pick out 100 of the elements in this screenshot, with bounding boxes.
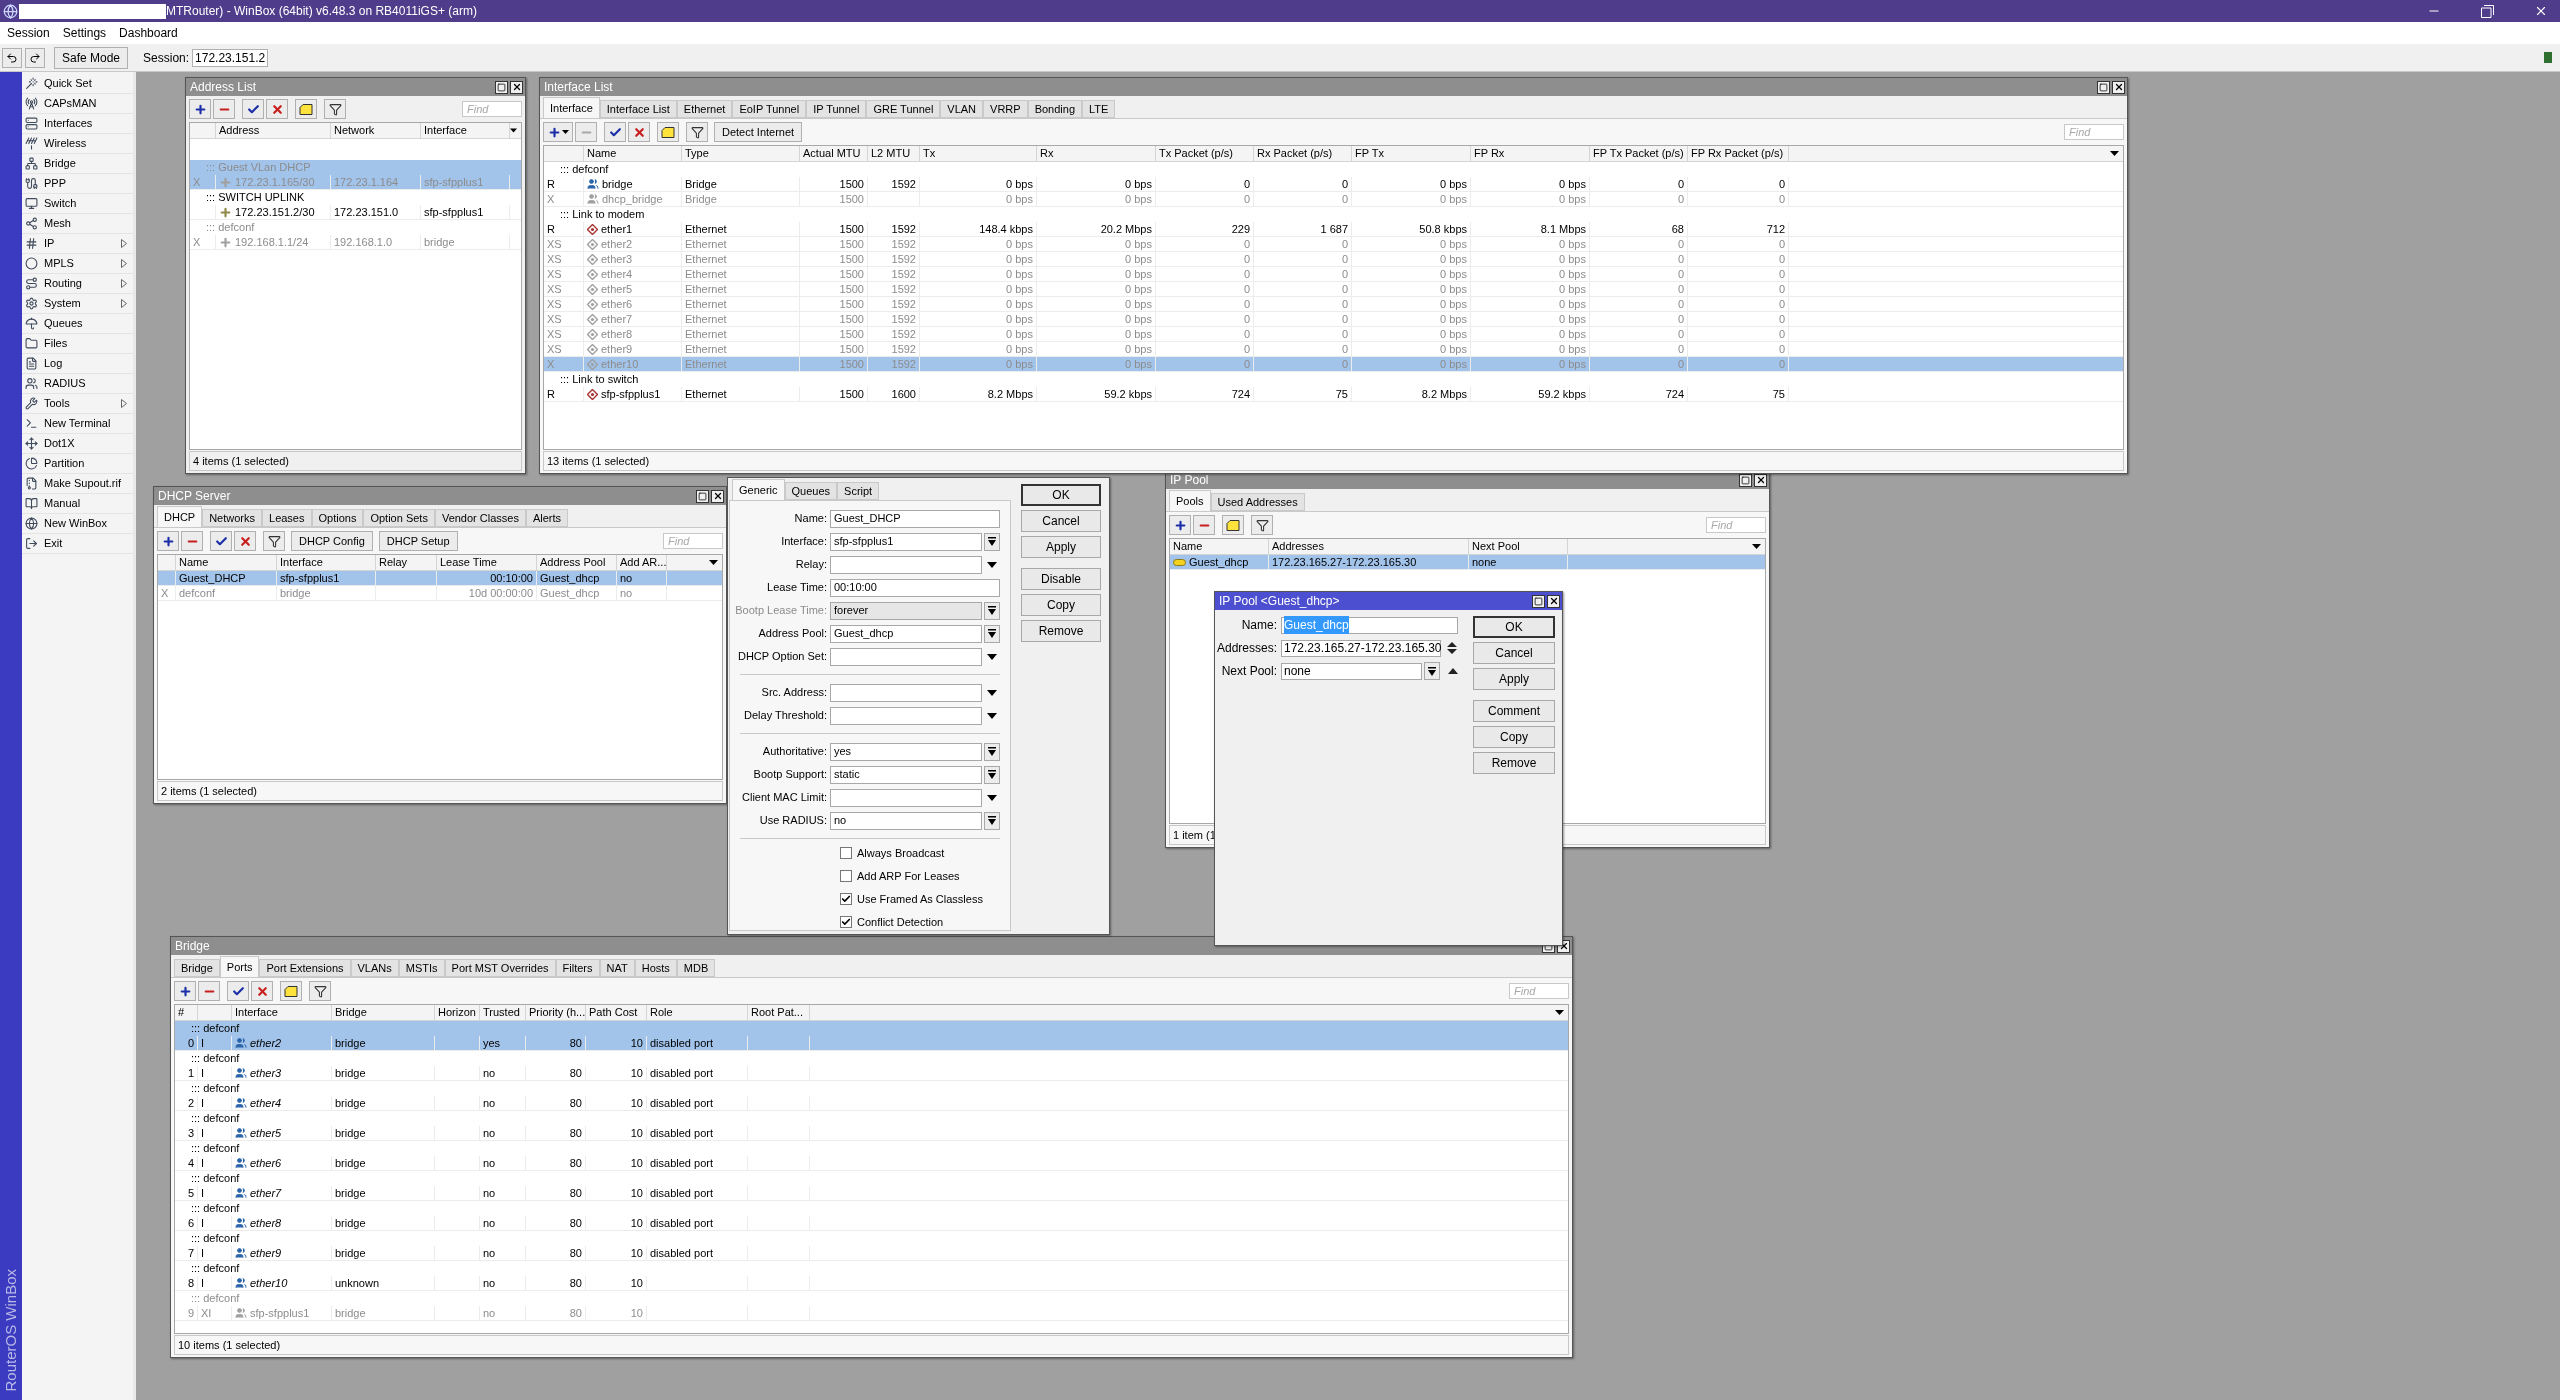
- filter-button[interactable]: [309, 981, 331, 1001]
- sidebar-item[interactable]: Partition: [22, 454, 133, 474]
- comment-row[interactable]: ::: defconf: [175, 1051, 1568, 1066]
- restore-icon[interactable]: [2481, 4, 2494, 18]
- up-down-arrows-icon[interactable]: [1447, 642, 1457, 654]
- tab[interactable]: VLAN: [940, 100, 984, 118]
- sidebar-item[interactable]: Dot1X: [22, 434, 133, 454]
- tab[interactable]: Generic: [732, 479, 785, 500]
- tab[interactable]: Queues: [784, 482, 838, 500]
- column-header[interactable]: Next Pool: [1472, 539, 1520, 555]
- caret-icon[interactable]: [987, 561, 997, 568]
- tab[interactable]: Networks: [202, 509, 262, 527]
- filter-button[interactable]: [686, 122, 708, 142]
- dialog-button[interactable]: Cancel: [1473, 642, 1555, 664]
- comment-row[interactable]: ::: Link to modem: [544, 207, 2123, 222]
- dialog-button[interactable]: Copy: [1021, 594, 1101, 616]
- toolbar-button[interactable]: DHCP Setup: [378, 531, 458, 551]
- tab[interactable]: IP Tunnel: [806, 100, 867, 118]
- dialog-button[interactable]: OK: [1021, 484, 1101, 506]
- add-button[interactable]: [174, 981, 196, 1001]
- column-header[interactable]: L2 MTU: [871, 146, 911, 162]
- dialog-button[interactable]: Disable: [1021, 568, 1101, 590]
- tab[interactable]: Filters: [555, 959, 600, 977]
- add-button[interactable]: [1169, 515, 1191, 535]
- close-button[interactable]: [510, 80, 523, 94]
- sidebar-item[interactable]: Wireless: [22, 134, 133, 154]
- dropdown-field[interactable]: [830, 647, 982, 666]
- comment-row[interactable]: ::: defconf: [544, 162, 2123, 177]
- filter-button[interactable]: [1251, 515, 1273, 535]
- column-header[interactable]: Lease Time: [440, 555, 497, 571]
- tab[interactable]: LTE: [1082, 100, 1116, 118]
- sidebar-item[interactable]: Make Supout.rif: [22, 474, 133, 494]
- sidebar-item[interactable]: CAPsMAN: [22, 94, 133, 114]
- sidebar-item[interactable]: Routing: [22, 274, 133, 294]
- column-header[interactable]: Bridge: [335, 1005, 367, 1021]
- caret-icon[interactable]: [987, 689, 997, 696]
- dropdown-field[interactable]: no: [830, 811, 982, 830]
- dialog-button[interactable]: OK: [1473, 616, 1555, 638]
- column-menu-icon[interactable]: [1555, 1010, 1564, 1015]
- sidebar-item[interactable]: System: [22, 294, 133, 314]
- table-row[interactable]: R bridge Bridge 1500 1592 0 bps 0 bps 0 0 0 bps 0 bps 0 0: [544, 177, 2123, 192]
- table-row[interactable]: 1 I ether3 bridge no 80 10 disabled port: [175, 1066, 1568, 1081]
- sidebar-item[interactable]: RADIUS: [22, 374, 133, 394]
- dropdown-button[interactable]: [984, 624, 1000, 643]
- column-menu-icon[interactable]: [2110, 151, 2119, 156]
- column-header[interactable]: Interface: [235, 1005, 278, 1021]
- safe-mode-button[interactable]: Safe Mode: [54, 46, 129, 69]
- tab[interactable]: VLANs: [350, 959, 399, 977]
- dialog-button[interactable]: Remove: [1473, 752, 1555, 774]
- table-row[interactable]: 2 I ether4 bridge no 80 10 disabled port: [175, 1096, 1568, 1111]
- menu-item[interactable]: Dashboard: [114, 24, 183, 42]
- dropdown-field[interactable]: sfp-sfpplus1: [830, 532, 982, 551]
- tab[interactable]: VRRP: [983, 100, 1028, 118]
- sidebar-item[interactable]: IP: [22, 234, 133, 254]
- column-header[interactable]: Horizon: [438, 1005, 476, 1021]
- column-header[interactable]: Interface: [424, 123, 467, 139]
- text-field[interactable]: none: [1281, 662, 1422, 680]
- sidebar-item[interactable]: Files: [22, 334, 133, 354]
- comment-row[interactable]: ::: defconf: [175, 1081, 1568, 1096]
- maximize-button[interactable]: [1532, 594, 1545, 608]
- column-menu-icon[interactable]: [510, 128, 517, 133]
- column-header[interactable]: Addresses: [1272, 539, 1324, 555]
- comment-row[interactable]: ::: defconf: [175, 1021, 1568, 1036]
- enable-button[interactable]: [242, 99, 264, 119]
- column-header[interactable]: Priority (h...: [529, 1005, 586, 1021]
- dropdown-field[interactable]: static: [830, 765, 982, 784]
- column-header[interactable]: FP Rx: [1474, 146, 1505, 162]
- maximize-button[interactable]: [696, 489, 709, 503]
- table-row[interactable]: 4 I ether6 bridge no 80 10 disabled port: [175, 1156, 1568, 1171]
- disable-button[interactable]: [266, 99, 288, 119]
- column-header[interactable]: Root Pat...: [751, 1005, 803, 1021]
- add-button[interactable]: [543, 122, 573, 142]
- column-header[interactable]: FP Tx Packet (p/s): [1593, 146, 1684, 162]
- dialog-button[interactable]: Copy: [1473, 726, 1555, 748]
- toolbar-button[interactable]: Detect Internet: [714, 122, 803, 142]
- add-button[interactable]: [157, 531, 179, 551]
- tab[interactable]: EoIP Tunnel: [732, 100, 807, 118]
- column-header[interactable]: Path Cost: [589, 1005, 638, 1021]
- tab[interactable]: Vendor Classes: [434, 509, 526, 527]
- column-header[interactable]: Name: [587, 146, 617, 162]
- tab[interactable]: NAT: [599, 959, 635, 977]
- checkbox[interactable]: [840, 870, 852, 882]
- column-header[interactable]: Rx Packet (p/s): [1257, 146, 1333, 162]
- table-row[interactable]: Guest_dhcp 172.23.165.27-172.23.165.30 none: [1170, 555, 1765, 570]
- tab[interactable]: Port MST Overrides: [444, 959, 556, 977]
- sidebar-item[interactable]: Mesh: [22, 214, 133, 234]
- filter-button[interactable]: [324, 99, 346, 119]
- column-header[interactable]: Add AR...: [620, 555, 667, 571]
- tab[interactable]: Options: [311, 509, 364, 527]
- find-field[interactable]: Find: [1706, 517, 1766, 533]
- column-header[interactable]: Actual MTU: [803, 146, 861, 162]
- disable-button[interactable]: [234, 531, 256, 551]
- column-header[interactable]: Network: [334, 123, 375, 139]
- close-button[interactable]: [2112, 80, 2125, 94]
- comment-row[interactable]: ::: defconf: [175, 1111, 1568, 1126]
- tab[interactable]: Script: [837, 482, 880, 500]
- dropdown-field[interactable]: [830, 706, 982, 725]
- table-row[interactable]: 7 I ether9 bridge no 80 10 disabled port: [175, 1246, 1568, 1261]
- column-header[interactable]: Role: [650, 1005, 673, 1021]
- table-row[interactable]: 3 I ether5 bridge no 80 10 disabled port: [175, 1126, 1568, 1141]
